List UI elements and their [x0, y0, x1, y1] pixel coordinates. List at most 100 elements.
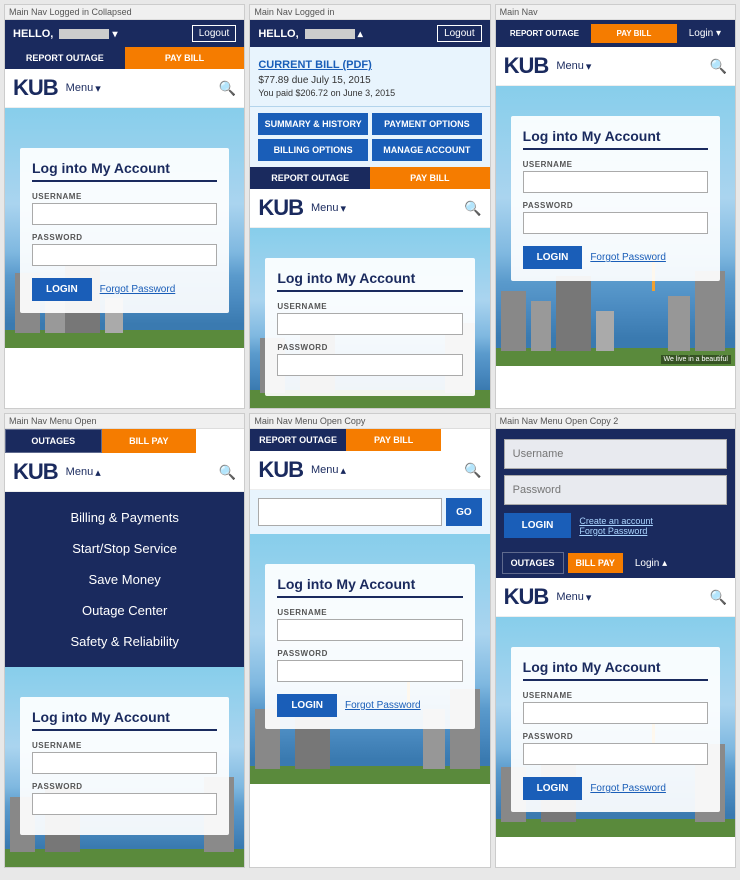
hello-text-1: HELLO, ▾	[13, 28, 118, 40]
cell-1-skyline: Log into My Account USERNAME PASSWORD LO…	[5, 108, 244, 348]
search-icon-button-6[interactable]: 🔍	[710, 589, 727, 606]
username-input-dark-6[interactable]	[504, 439, 727, 469]
kub-logo-6: KUB	[504, 584, 549, 610]
login-nav-button-6[interactable]: Login ▴	[627, 554, 675, 573]
create-account-link-6[interactable]: Create an account	[579, 516, 653, 526]
kub-logo-4: KUB	[13, 459, 58, 485]
username-label-2: USERNAME	[277, 302, 462, 311]
password-input-2[interactable]	[277, 354, 462, 376]
username-input-3[interactable]	[523, 171, 708, 193]
forgot-password-dark-link-6[interactable]: Forgot Password	[579, 526, 653, 536]
search-icon-button-2[interactable]: 🔍	[464, 200, 481, 217]
menu-button-3[interactable]: Menu ▾	[556, 60, 591, 73]
cell-1: Main Nav Logged in Collapsed HELLO, ▾ Lo…	[4, 4, 245, 409]
username-input-2[interactable]	[277, 313, 462, 335]
login-actions-3: LOGIN Forgot Password	[523, 246, 708, 269]
outages-button-4[interactable]: OUTAGES	[5, 429, 102, 453]
forgot-password-link-6[interactable]: Forgot Password	[590, 783, 666, 794]
password-input-1[interactable]	[32, 244, 217, 266]
cell-2-action-bar: REPORT OUTAGE PAY BILL	[250, 167, 489, 189]
outages-button-6[interactable]: OUTAGES	[502, 552, 564, 574]
login-row-6: LOGIN Create an account Forgot Password	[504, 513, 727, 538]
login-button-dark-6[interactable]: LOGIN	[504, 513, 572, 538]
report-outage-button-5[interactable]: REPORT OUTAGE	[250, 429, 346, 451]
summary-history-button[interactable]: SUMMARY & HISTORY	[258, 113, 368, 135]
menu-item-service[interactable]: Start/Stop Service	[5, 533, 244, 564]
bill-pay-button-4[interactable]: BILL PAY	[102, 429, 197, 453]
payment-options-button[interactable]: PAYMENT OPTIONS	[372, 113, 482, 135]
password-label-4: PASSWORD	[32, 782, 217, 791]
cell-4-login-card: Log into My Account USERNAME PASSWORD	[20, 697, 229, 835]
pay-bill-button-5[interactable]: PAY BILL	[346, 429, 442, 451]
login-title-4: Log into My Account	[32, 709, 217, 731]
building-3-4	[596, 311, 614, 351]
password-input-3[interactable]	[523, 212, 708, 234]
forgot-password-link-1[interactable]: Forgot Password	[100, 284, 176, 295]
menu-button-1[interactable]: Menu ▾	[66, 82, 101, 95]
cell-6-dark-section: LOGIN Create an account Forgot Password	[496, 429, 735, 548]
report-outage-button-2[interactable]: REPORT OUTAGE	[250, 167, 370, 189]
cell-2-btn-grid: SUMMARY & HISTORY PAYMENT OPTIONS BILLIN…	[250, 107, 489, 167]
current-bill-link[interactable]: CURRENT BILL (PDF)	[258, 59, 371, 71]
forgot-password-link-5[interactable]: Forgot Password	[345, 700, 421, 711]
cell-4-skyline: Log into My Account USERNAME PASSWORD	[5, 667, 244, 867]
menu-button-4[interactable]: Menu ▴	[66, 466, 101, 479]
username-input-6[interactable]	[523, 702, 708, 724]
username-label-6: USERNAME	[523, 691, 708, 700]
login-button-nav-3[interactable]: Login ▾	[681, 24, 729, 43]
cell-2: Main Nav Logged in HELLO, ▴ Logout CURRE…	[249, 4, 490, 409]
search-input-5[interactable]	[258, 498, 442, 526]
password-input-6[interactable]	[523, 743, 708, 765]
pay-bill-button-3[interactable]: PAY BILL	[591, 24, 677, 43]
login-title-6: Log into My Account	[523, 659, 708, 681]
login-button-3[interactable]: LOGIN	[523, 246, 583, 269]
billing-options-button[interactable]: BILLING OPTIONS	[258, 139, 368, 161]
menu-button-6[interactable]: Menu ▾	[556, 591, 591, 604]
go-button-5[interactable]: GO	[446, 498, 482, 526]
cell-2-label: Main Nav Logged in	[250, 5, 489, 20]
menu-item-outage[interactable]: Outage Center	[5, 595, 244, 626]
cell-3-skyline: We live in a beautiful Log into My Accou…	[496, 86, 735, 366]
cell-6-kub-bar: KUB Menu ▾ 🔍	[496, 578, 735, 617]
bill-pay-button-6[interactable]: BILL PAY	[568, 553, 623, 573]
menu-button-2[interactable]: Menu ▾	[311, 202, 346, 215]
logout-button-2[interactable]: Logout	[437, 25, 482, 42]
kub-logo-1: KUB	[13, 75, 58, 101]
login-nav-button-4[interactable]: Login ▾	[196, 429, 244, 453]
search-icon-button-1[interactable]: 🔍	[219, 80, 236, 97]
menu-item-save[interactable]: Save Money	[5, 564, 244, 595]
login-nav-button-5[interactable]: Login ▾	[441, 429, 489, 451]
pay-bill-button-2[interactable]: PAY BILL	[370, 167, 490, 189]
cell-3-login-card: Log into My Account USERNAME PASSWORD LO…	[511, 116, 720, 281]
login-button-1[interactable]: LOGIN	[32, 278, 92, 301]
cell-3: Main Nav REPORT OUTAGE PAY BILL Login ▾ …	[495, 4, 736, 409]
username-input-5[interactable]	[277, 619, 462, 641]
menu-button-5[interactable]: Menu ▴	[311, 464, 346, 477]
password-label-6: PASSWORD	[523, 732, 708, 741]
login-button-6[interactable]: LOGIN	[523, 777, 583, 800]
password-input-dark-6[interactable]	[504, 475, 727, 505]
password-input-5[interactable]	[277, 660, 462, 682]
password-input-4[interactable]	[32, 793, 217, 815]
pay-bill-button-1[interactable]: PAY BILL	[125, 47, 245, 69]
manage-account-button[interactable]: MANAGE ACCOUNT	[372, 139, 482, 161]
menu-item-billing[interactable]: Billing & Payments	[5, 502, 244, 533]
kub-logo-3: KUB	[504, 53, 549, 79]
report-outage-button-3[interactable]: REPORT OUTAGE	[502, 24, 588, 43]
report-outage-button-1[interactable]: REPORT OUTAGE	[5, 47, 125, 69]
search-icon-button-3[interactable]: 🔍	[710, 58, 727, 75]
login-actions-5: LOGIN Forgot Password	[277, 694, 462, 717]
logout-button-1[interactable]: Logout	[192, 25, 237, 42]
search-icon-button-5[interactable]: 🔍	[464, 462, 481, 479]
login-title-3: Log into My Account	[523, 128, 708, 150]
forgot-password-link-3[interactable]: Forgot Password	[590, 252, 666, 263]
login-button-5[interactable]: LOGIN	[277, 694, 337, 717]
username-input-1[interactable]	[32, 203, 217, 225]
cell-3-kub-bar: KUB Menu ▾ 🔍	[496, 47, 735, 86]
cell-5-label: Main Nav Menu Open Copy	[250, 414, 489, 429]
username-input-4[interactable]	[32, 752, 217, 774]
menu-item-safety[interactable]: Safety & Reliability	[5, 626, 244, 657]
search-icon-button-4[interactable]: 🔍	[219, 464, 236, 481]
cell-1-action-bar: REPORT OUTAGE PAY BILL	[5, 47, 244, 69]
photo-caption-3: We live in a beautiful	[661, 355, 731, 364]
